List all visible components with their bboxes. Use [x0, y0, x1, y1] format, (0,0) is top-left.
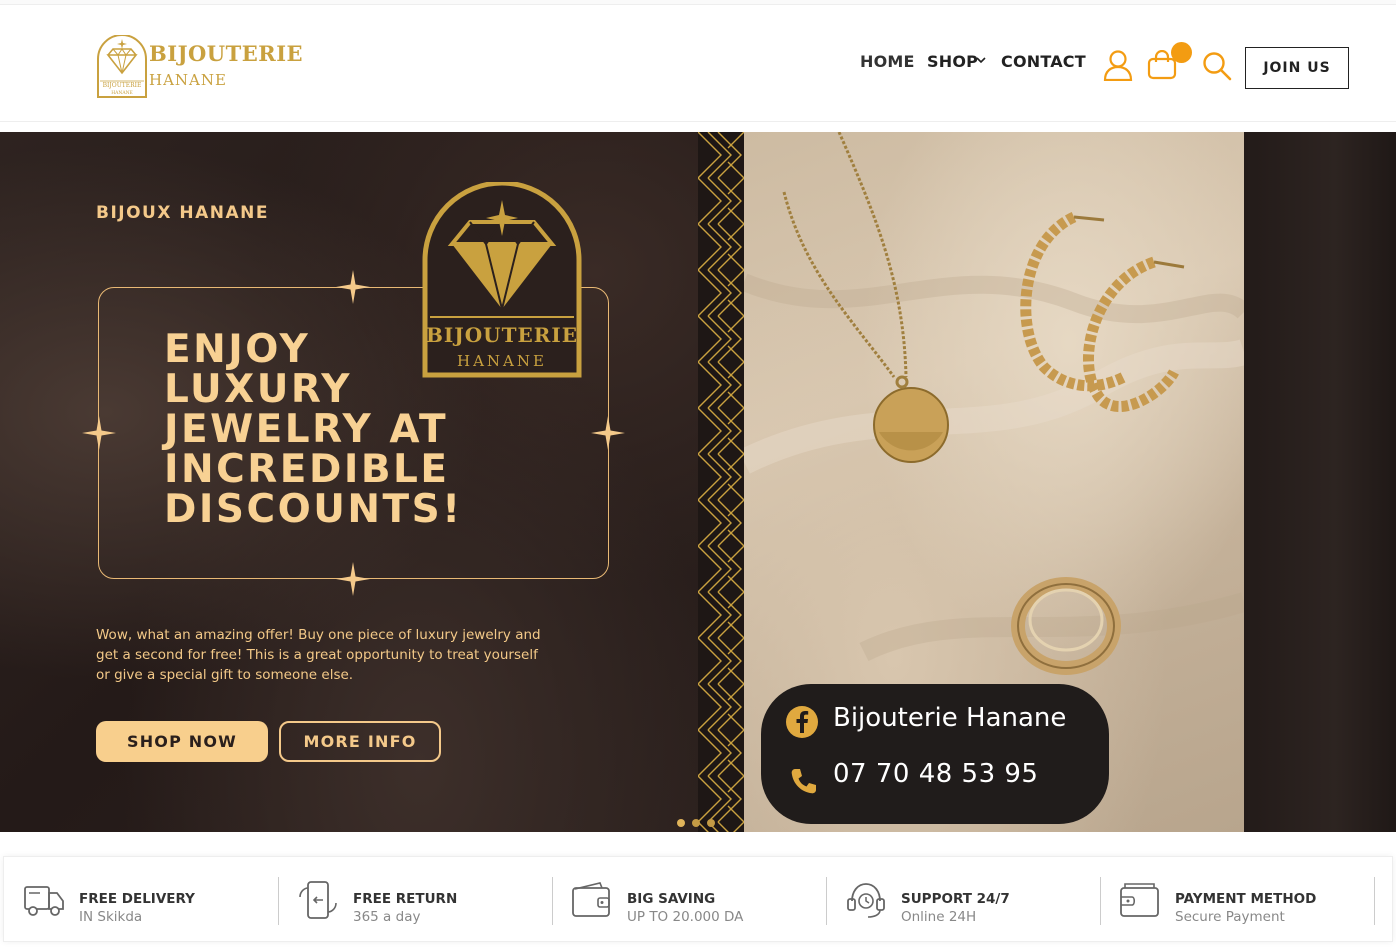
hero-right-panel: [1244, 132, 1396, 832]
sparkle-icon: [591, 416, 625, 450]
sparkle-icon: [336, 270, 370, 304]
hero-subtitle: BIJOUX HANANE: [96, 203, 269, 223]
feature-subtitle: Secure Payment: [1175, 909, 1285, 925]
hero-description: Wow, what an amazing offer! Buy one piec…: [96, 627, 541, 683]
svg-text:HANANE: HANANE: [111, 90, 133, 96]
feature-subtitle: Online 24H: [901, 909, 977, 925]
phone-number[interactable]: 07 70 48 53 95: [833, 759, 1038, 789]
feature-big-saving: BIG SAVING UP TO 20.000 DA: [552, 857, 826, 943]
feature-payment-method: PAYMENT METHOD Secure Payment: [1100, 857, 1374, 943]
brand-name: BIJOUTERIE: [149, 41, 304, 66]
chevron-down-icon[interactable]: [976, 53, 986, 67]
brand-logo[interactable]: BIJOUTERIE HANANE BIJOUTERIE HANANE: [96, 35, 303, 103]
slider-dot[interactable]: [677, 819, 685, 827]
headline-line: ENJOY: [164, 327, 311, 372]
feature-title: BIG SAVING: [627, 891, 716, 907]
feature-subtitle: UP TO 20.000 DA: [627, 909, 744, 925]
feature-subtitle: 365 a day: [353, 909, 421, 925]
feature-title: FREE RETURN: [353, 891, 458, 907]
page: BIJOUTERIE HANANE BIJOUTERIE HANANE HOME…: [0, 0, 1396, 948]
slider-dots: [677, 819, 715, 827]
sparkle-icon: [336, 562, 370, 596]
feature-divider: [1374, 877, 1375, 925]
hero-slider: BIJOUX HANANE BIJOUTERIE HANANE ENJOY LU…: [0, 132, 1396, 832]
card-wallet-icon: [1120, 883, 1159, 917]
headline-line: LUXURY: [164, 367, 353, 412]
logo-badge-text: BIJOUTERIE: [103, 82, 142, 89]
wallet-icon: [572, 882, 610, 917]
brand-subname: HANANE: [149, 71, 227, 89]
slider-dot[interactable]: [692, 819, 700, 827]
search-icon[interactable]: [1202, 51, 1232, 81]
feature-free-delivery: FREE DELIVERY IN Skikda: [4, 857, 278, 943]
shop-now-button[interactable]: SHOP NOW: [96, 721, 268, 762]
join-us-button[interactable]: JOIN US: [1245, 47, 1349, 89]
feature-title: PAYMENT METHOD: [1175, 891, 1317, 907]
feature-title: SUPPORT 24/7: [901, 891, 1010, 907]
truck-icon: [24, 886, 64, 916]
site-header: BIJOUTERIE HANANE BIJOUTERIE HANANE HOME…: [0, 5, 1396, 122]
sparkle-icon: [82, 416, 116, 450]
nav-shop[interactable]: SHOP: [927, 52, 978, 71]
diamond-logo-icon: BIJOUTERIE HANANE: [97, 35, 147, 98]
headset-icon: [847, 883, 885, 918]
hero-headline: ENJOY LUXURY JEWELRY AT INCREDIBLE DISCO…: [164, 330, 584, 530]
features-bar: FREE DELIVERY IN Skikda FREE RETURN 365 …: [3, 856, 1393, 942]
headline-line: INCREDIBLE: [164, 447, 450, 492]
facebook-icon[interactable]: [785, 705, 819, 739]
headline-line: JEWELRY AT: [164, 407, 449, 452]
feature-subtitle: IN Skikda: [79, 909, 143, 925]
return-phone-icon: [299, 881, 337, 919]
nav-home[interactable]: HOME: [860, 52, 915, 71]
contact-card: Bijouterie Hanane 07 70 48 53 95: [761, 684, 1109, 824]
feature-support: SUPPORT 24/7 Online 24H: [826, 857, 1100, 943]
cart-count-badge[interactable]: [1171, 42, 1192, 63]
feature-free-return: FREE RETURN 365 a day: [278, 857, 552, 943]
feature-title: FREE DELIVERY: [79, 891, 195, 907]
slider-dot[interactable]: [707, 819, 715, 827]
more-info-button[interactable]: MORE INFO: [279, 721, 441, 762]
geometric-pattern: [698, 132, 744, 832]
nav-contact[interactable]: CONTACT: [1001, 52, 1086, 71]
facebook-page-name[interactable]: Bijouterie Hanane: [833, 703, 1066, 733]
phone-icon: [791, 769, 816, 794]
headline-line: DISCOUNTS!: [164, 487, 463, 532]
user-icon[interactable]: [1103, 49, 1133, 81]
